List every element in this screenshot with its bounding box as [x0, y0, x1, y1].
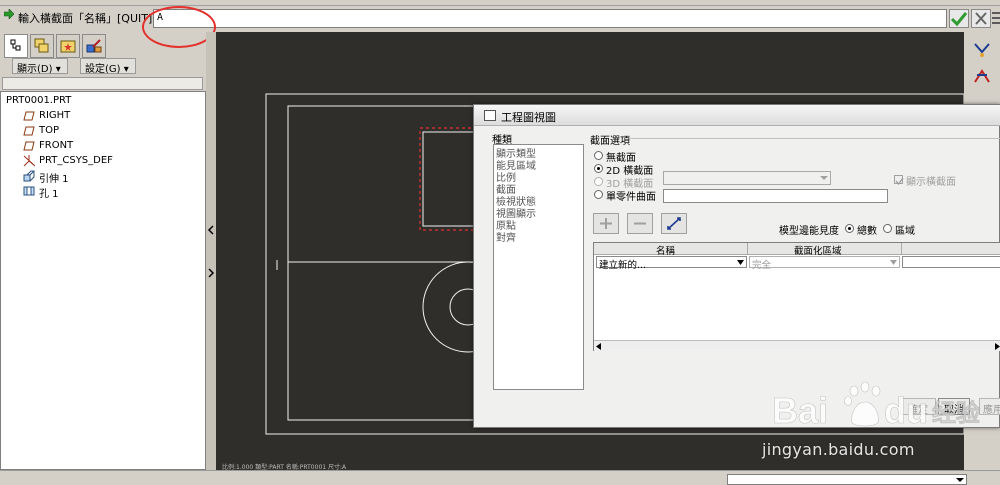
visibility-area-radio[interactable] — [883, 224, 892, 233]
tools-icon — [86, 39, 102, 53]
area-cell-value: 完全 — [752, 260, 772, 271]
tree-item-right[interactable]: RIGHT — [39, 110, 70, 121]
chevron-down-icon — [890, 260, 897, 265]
scroll-right-icon[interactable] — [994, 343, 1000, 350]
2d-section-radio[interactable] — [594, 164, 603, 173]
quit-button[interactable] — [971, 9, 991, 28]
panel-splitter[interactable] — [206, 32, 216, 470]
collapse-left-icon[interactable] — [207, 225, 215, 235]
scroll-left-icon[interactable] — [596, 343, 602, 350]
expand-right-icon[interactable] — [207, 268, 215, 278]
3d-section-radio[interactable] — [594, 177, 603, 186]
model-tree-icon — [10, 39, 21, 51]
folder-star-icon — [60, 40, 76, 53]
chevron-down-icon — [956, 478, 964, 482]
single-part-surface-input[interactable] — [663, 189, 888, 203]
display-menu-label: 顯示(D) — [17, 64, 53, 75]
axis-display-icon[interactable] — [972, 66, 992, 86]
flip-arrow-icon — [667, 217, 681, 230]
close-icon — [975, 12, 987, 25]
extra-cell[interactable] — [902, 256, 1000, 268]
tree-item-top[interactable]: TOP — [39, 125, 59, 136]
layers-icon — [34, 38, 49, 53]
hole-icon — [23, 186, 35, 196]
tree-item-csys[interactable]: PRT_CSYS_DEF — [39, 155, 113, 166]
add-row-button[interactable] — [593, 213, 619, 234]
navigator-tabs — [0, 32, 205, 58]
minus-icon — [634, 222, 646, 225]
name-cell-combo[interactable]: 建立新的... — [596, 256, 747, 271]
svg-text:du: du — [884, 390, 928, 431]
view-outline — [422, 131, 476, 227]
prompt-label: 輸入橫截面「名稱」[QUIT]: — [18, 12, 156, 25]
checkmark-icon — [950, 12, 968, 27]
chevron-down-icon — [737, 260, 744, 265]
area-cell-combo[interactable]: 完全 — [749, 256, 900, 271]
display-menu[interactable]: 顯示(D) ▾ — [12, 58, 68, 75]
col-divider — [901, 243, 902, 255]
model-edge-visibility-label: 模型邊能見度 — [779, 226, 839, 237]
no-section-radio[interactable] — [594, 151, 603, 160]
tree-filter-bar[interactable] — [2, 77, 203, 90]
prompt-input[interactable]: A — [153, 9, 947, 28]
svg-text:Bai: Bai — [772, 390, 828, 431]
tab-connections[interactable] — [82, 34, 106, 58]
show-xsec-label: 顯示橫截面 — [906, 177, 956, 188]
plus-icon — [600, 218, 612, 229]
tree-item-front[interactable]: FRONT — [39, 140, 73, 151]
check-icon — [895, 177, 904, 186]
tree-item-part[interactable]: PRT0001.PRT — [6, 95, 71, 106]
table-horizontal-scrollbar[interactable] — [594, 340, 1000, 351]
categories-list: 顯示類型 能見區域 比例 截面 檢視狀態 視圖顯示 原點 對齊 — [493, 144, 584, 390]
tab-model-tree[interactable] — [4, 34, 28, 58]
settings-menu[interactable]: 設定(G) ▾ — [80, 58, 136, 75]
remove-row-button[interactable] — [627, 213, 653, 234]
single-part-surface-radio[interactable] — [594, 190, 603, 199]
chevron-down-icon — [820, 176, 828, 180]
group-divider — [630, 138, 1000, 139]
single-part-surface-label: 單零件曲面 — [606, 192, 656, 203]
xsec-name-combo[interactable] — [663, 171, 831, 185]
visibility-total-label: 總數 — [857, 226, 877, 237]
table-header: 名稱 截面化區域 — [594, 243, 1000, 257]
flip-direction-button[interactable] — [661, 213, 687, 234]
col-divider — [747, 243, 748, 255]
dialog-title: 工程圖視圖 — [501, 111, 556, 124]
category-item[interactable]: 對齊 — [496, 229, 516, 244]
csys-icon — [23, 155, 36, 167]
model-tree: PRT0001.PRT RIGHT TOP FRONT PRT_CSYS_DEF… — [0, 91, 206, 470]
tab-folder-browser[interactable] — [30, 34, 54, 58]
visibility-area-label: 區域 — [895, 226, 915, 237]
extrude-icon — [23, 170, 35, 182]
datum-plane-icon — [23, 126, 35, 136]
name-cell-value: 建立新的... — [599, 260, 647, 271]
datum-plane-icon — [23, 111, 35, 121]
green-arrow-icon — [4, 9, 14, 19]
svg-text:经验: 经验 — [932, 399, 980, 427]
section-table: 名稱 截面化區域 建立新的... 完全 — [593, 242, 1000, 351]
toolbar-overflow-icon[interactable] — [992, 9, 1000, 28]
watermark-url: jingyan.baidu.com — [762, 440, 915, 459]
selection-filter-combo[interactable] — [727, 474, 967, 485]
navigator-menu-bar: 顯示(D) ▾ 設定(G) ▾ — [0, 58, 205, 76]
dialog-title-bar[interactable]: 工程圖視圖 — [474, 105, 1000, 126]
section-options-label: 截面選項 — [590, 136, 630, 147]
dialog-app-icon — [484, 110, 496, 121]
accept-button[interactable] — [949, 9, 969, 28]
tree-item-hole[interactable]: 孔 1 — [39, 185, 59, 200]
tree-item-extrude[interactable]: 引伸 1 — [39, 170, 69, 185]
settings-menu-label: 設定(G) — [85, 64, 121, 75]
visibility-total-radio[interactable] — [845, 224, 854, 233]
tab-favorites[interactable] — [56, 34, 80, 58]
table-row: 建立新的... 完全 — [594, 255, 1000, 271]
datum-plane-icon — [23, 141, 35, 151]
show-xsec-checkbox[interactable] — [894, 175, 904, 186]
selected-view-box — [419, 127, 475, 231]
datum-display-icon[interactable] — [972, 40, 992, 60]
